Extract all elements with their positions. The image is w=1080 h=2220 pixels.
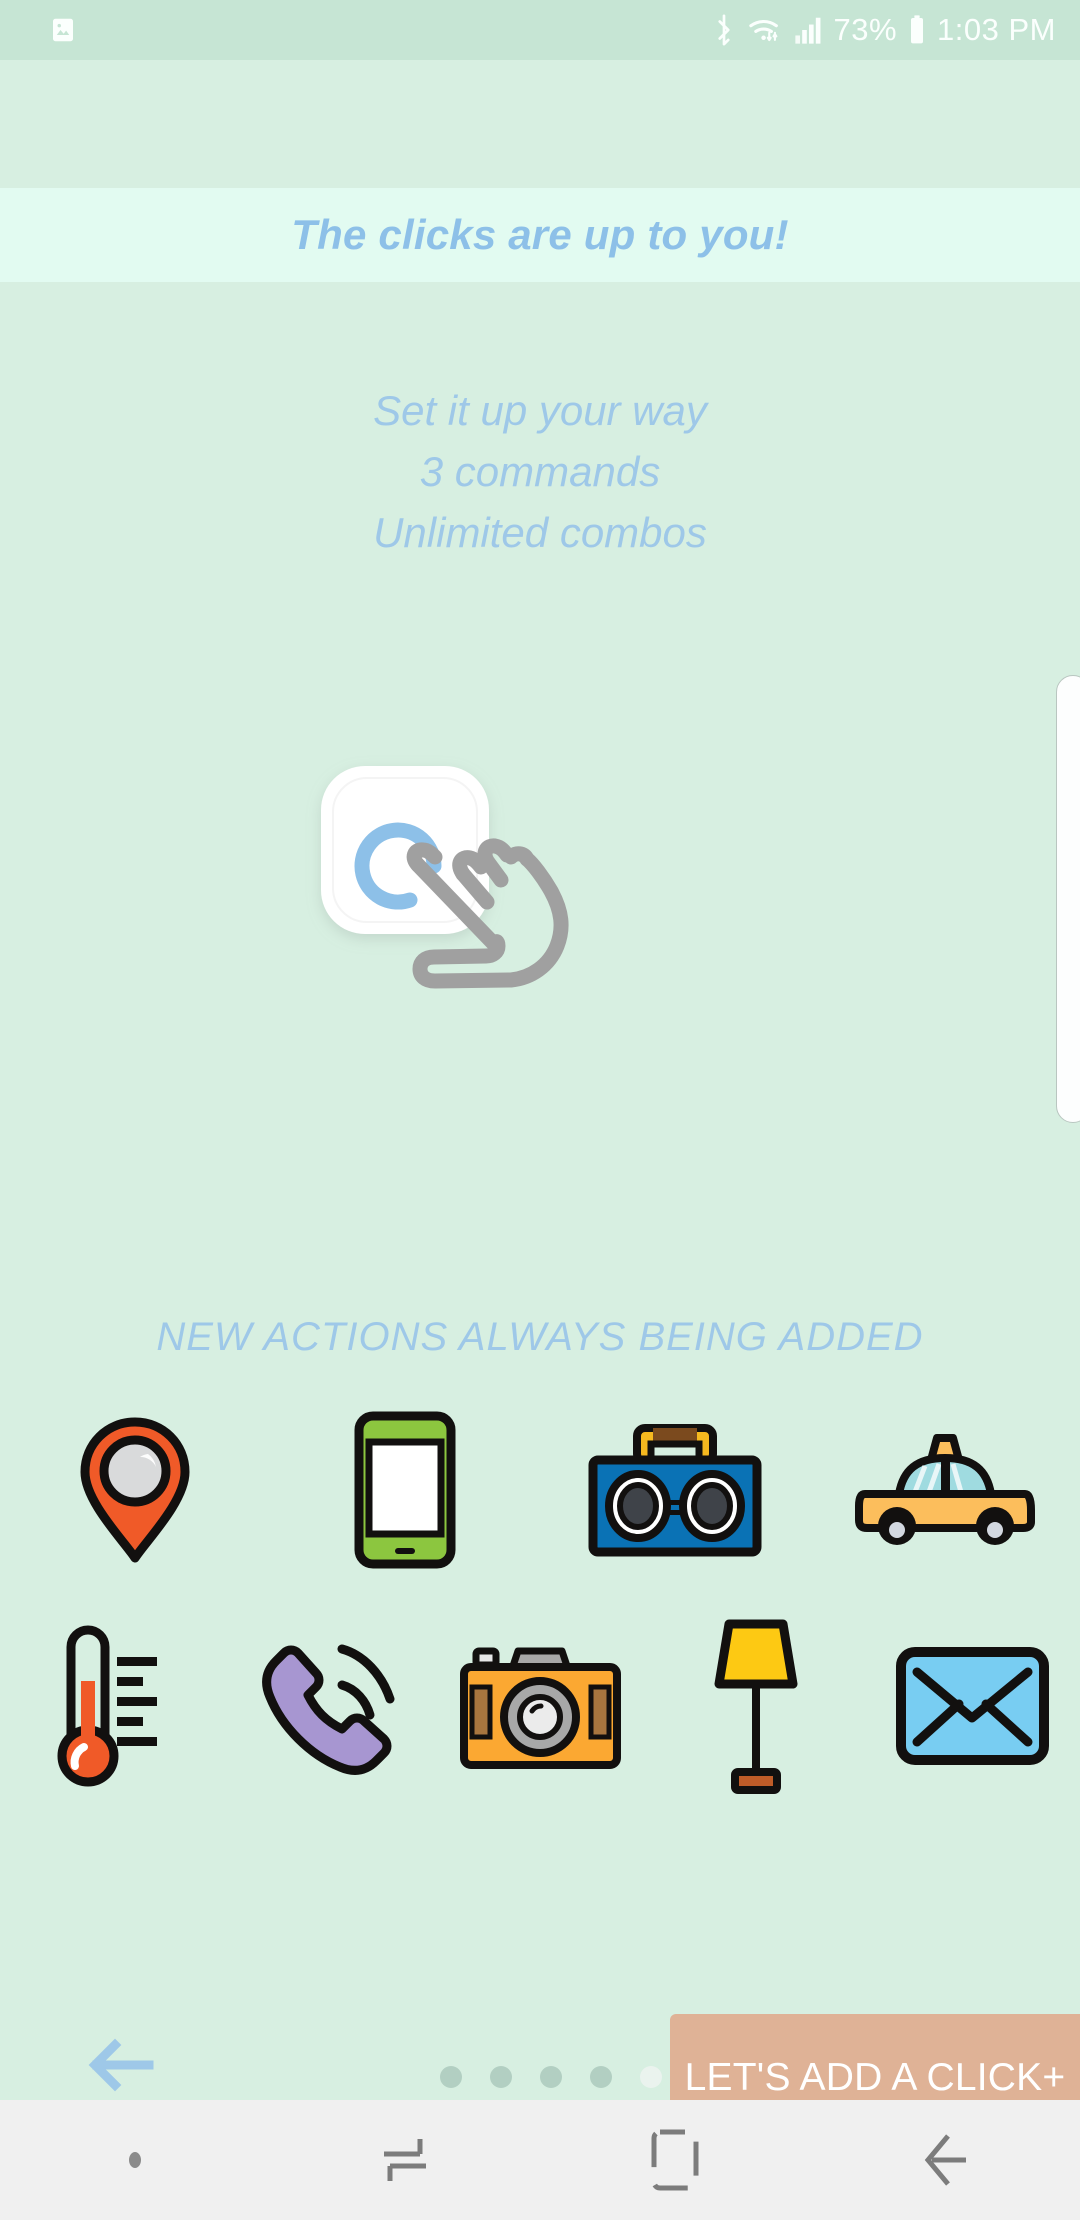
pagination-dot-active[interactable]: [640, 2066, 662, 2088]
page-title: The clicks are up to you!: [291, 211, 789, 258]
battery-icon: [907, 14, 927, 46]
pagination-dot[interactable]: [440, 2066, 462, 2088]
action-icon-row: [0, 1390, 1080, 1590]
right-side-panel: [1056, 675, 1080, 1123]
signal-bars-icon: [794, 14, 824, 46]
pagination-dot[interactable]: [590, 2066, 612, 2088]
lamp-icon: [656, 1606, 856, 1806]
subtitle-line-3: Unlimited combos: [373, 509, 707, 556]
phone-call-icon: [224, 1606, 424, 1806]
tap-gesture-illustration: [315, 760, 615, 1020]
nav-back[interactable]: [810, 2100, 1080, 2220]
arrow-left-icon: [88, 2038, 154, 2092]
onboarding-page: The clicks are up to you! Set it up your…: [0, 60, 1080, 2160]
headline-banner: The clicks are up to you!: [0, 188, 1080, 282]
action-icon-grid: [0, 1390, 1080, 1806]
nav-home[interactable]: [540, 2100, 810, 2220]
add-click-button-label: LET'S ADD A CLICK+: [684, 2056, 1066, 2099]
action-icon-row: [0, 1606, 1080, 1806]
pagination-dot[interactable]: [490, 2066, 512, 2088]
home-icon: [651, 2129, 699, 2191]
smartphone-icon: [305, 1390, 505, 1590]
pagination-dots[interactable]: [440, 2066, 662, 2088]
nav-recents[interactable]: [270, 2100, 540, 2220]
subtitle-line-1: Set it up your way: [373, 387, 707, 434]
envelope-icon: [872, 1606, 1072, 1806]
bluetooth-icon: [712, 13, 736, 47]
back-arrow-button[interactable]: [85, 2035, 155, 2095]
menu-dot-icon: [129, 2152, 141, 2168]
status-bar[interactable]: 73% 1:03 PM: [0, 0, 1080, 60]
boombox-icon: [575, 1390, 775, 1590]
wifi-icon: [746, 13, 784, 47]
android-nav-bar[interactable]: [0, 2100, 1080, 2220]
nav-menu-dot[interactable]: [0, 2100, 270, 2220]
location-pin-icon: [35, 1390, 235, 1590]
status-bar-right: 73% 1:03 PM: [712, 12, 1057, 48]
taxi-icon: [845, 1390, 1045, 1590]
actions-heading: NEW ACTIONS ALWAYS BEING ADDED: [156, 1315, 924, 1359]
back-icon: [924, 2134, 966, 2186]
image-icon: [48, 15, 78, 45]
camera-icon: [440, 1606, 640, 1806]
recents-icon: [384, 2139, 426, 2181]
pagination-dot[interactable]: [540, 2066, 562, 2088]
subtitle-block: Set it up your way 3 commands Unlimited …: [0, 380, 1080, 563]
subtitle-line-2: 3 commands: [419, 448, 661, 495]
thermometer-icon: [8, 1606, 208, 1806]
status-bar-left: [48, 15, 78, 45]
battery-percent-label: 73%: [833, 12, 898, 47]
clock-label: 1:03 PM: [937, 12, 1056, 47]
